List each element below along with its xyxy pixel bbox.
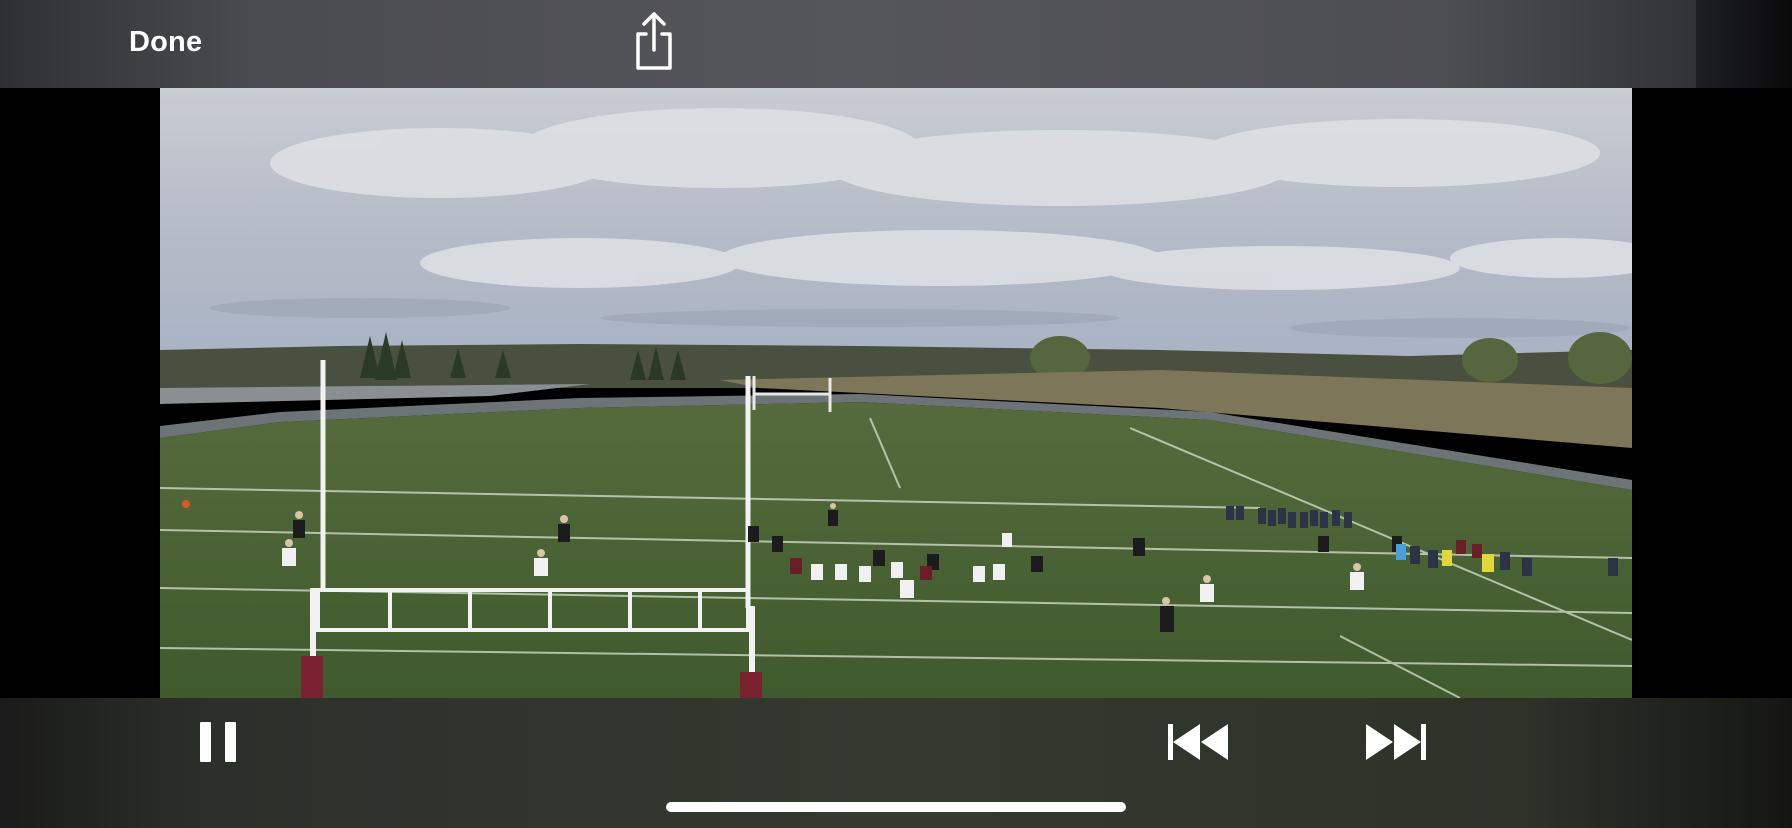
skip-forward-icon [1366, 724, 1426, 760]
skip-forward-button[interactable] [1364, 722, 1426, 762]
pause-button[interactable] [200, 722, 236, 762]
share-button[interactable] [628, 10, 680, 72]
top-toolbar [0, 0, 1696, 88]
share-icon [636, 12, 672, 70]
home-indicator[interactable] [666, 802, 1126, 812]
pause-icon [200, 722, 211, 762]
letterbox-right [1632, 88, 1792, 698]
letterbox-left [0, 88, 160, 698]
video-frame-image [160, 88, 1632, 698]
skip-back-button[interactable] [1168, 722, 1230, 762]
done-button[interactable]: Done [129, 26, 202, 59]
toolbar-edge-shade [1696, 0, 1792, 88]
video-player[interactable] [160, 88, 1632, 698]
skip-back-icon [1168, 724, 1228, 760]
pause-icon-bar [225, 722, 236, 762]
